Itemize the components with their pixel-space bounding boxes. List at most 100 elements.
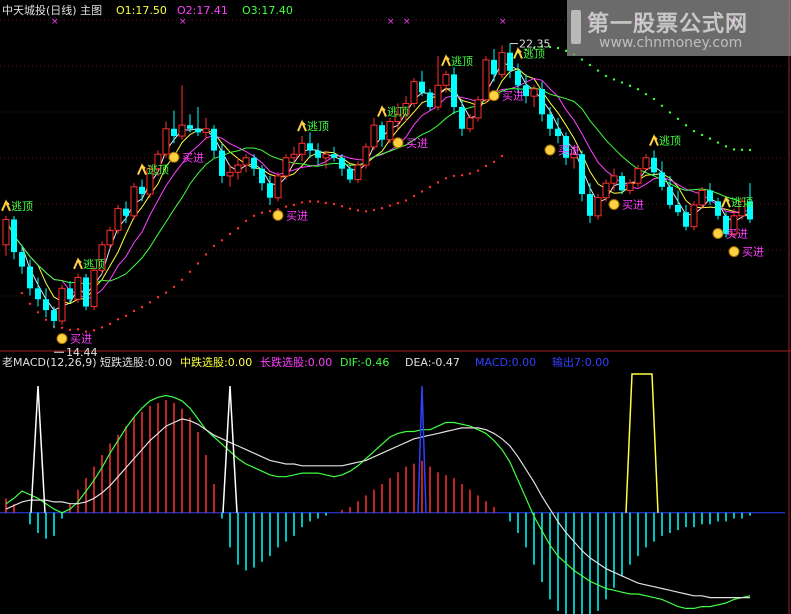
price-grid: [0, 0, 791, 614]
buy-label: 买进: [502, 90, 524, 103]
candle-body-down: [651, 157, 657, 173]
trail-dot: [212, 244, 216, 248]
candle-body-down: [555, 128, 561, 137]
candle-body-down: [587, 194, 593, 216]
candle-body-down: [459, 107, 465, 129]
trail-dot: [284, 205, 288, 208]
trail-dot: [172, 285, 176, 289]
trail-dot: [300, 201, 304, 204]
candle-body-up: [74, 276, 82, 300]
trail-dot: [268, 209, 272, 213]
trail-dot: [612, 78, 616, 81]
sell-label: 逃顶: [659, 135, 681, 148]
trail-dot: [468, 172, 472, 175]
trail-dot: [668, 111, 672, 114]
candle-body-down: [451, 74, 457, 108]
candle-body-down: [259, 168, 265, 184]
candle-body-up: [282, 157, 290, 177]
trail-dot: [332, 202, 336, 206]
buy-label: 买进: [182, 151, 204, 164]
trail-dot: [20, 291, 24, 295]
candle-body-down: [539, 88, 545, 115]
candle-body-down: [379, 125, 385, 140]
macd-name-label: 老MACD(12,26,9): [2, 356, 97, 369]
trail-dot: [364, 210, 368, 213]
candle-body-up: [474, 99, 482, 119]
candle-body-down: [715, 201, 721, 216]
candle-body-down: [707, 190, 713, 202]
candle-body-down: [667, 186, 673, 205]
sell-label: 逃顶: [147, 164, 169, 177]
trail-dot: [292, 203, 296, 207]
trail-dot: [716, 141, 720, 144]
candle-body-down: [219, 150, 225, 176]
candle-body-down: [195, 128, 201, 133]
short-signal-spike: [222, 385, 238, 513]
candle-body-up: [602, 182, 610, 199]
candle-body-down: [67, 288, 73, 300]
trail-dot: [692, 129, 696, 133]
runner-icon: [297, 119, 307, 132]
trail-dot: [356, 209, 360, 212]
watermark-title: 第一股票公式网: [587, 12, 749, 37]
buy-label: 买进: [742, 246, 764, 259]
runner-icon: [73, 257, 83, 270]
trail-dot: [444, 177, 448, 180]
trail-dot: [628, 84, 632, 88]
trail-dot: [420, 190, 424, 193]
trail-dot: [116, 318, 120, 321]
high-price-label: 22.35: [519, 38, 551, 51]
trail-dot: [68, 328, 72, 332]
macd-panel[interactable]: [5, 373, 751, 614]
trail-dot: [604, 74, 608, 78]
candle-body-up: [466, 117, 474, 130]
trail-dot: [188, 270, 192, 274]
short-signal-spike: [30, 385, 46, 513]
trail-dot: [324, 201, 328, 205]
candle-body-down: [83, 277, 89, 307]
candle-body-down: [683, 212, 689, 227]
trail-dot: [724, 145, 728, 148]
trail-dot: [44, 318, 48, 321]
trail-dot: [180, 278, 184, 282]
candle-body-down: [187, 125, 193, 129]
candle-body-up: [594, 197, 602, 217]
candle-body-up: [690, 204, 698, 228]
candle-body-up: [482, 59, 490, 101]
trail-dot: [76, 328, 80, 331]
candle-body-up: [698, 189, 706, 206]
candle-body-down: [35, 288, 41, 300]
price-panel[interactable]: ××××××××买进买进买进买进买进买进买进买进买进逃顶逃顶逃顶逃顶逃顶逃顶逃顶…: [1, 17, 764, 359]
candle-body-down: [491, 59, 497, 75]
candle-body-up: [90, 269, 98, 307]
trail-dot: [620, 81, 624, 84]
mid-select-label: 中跌选股:0.00: [180, 355, 252, 369]
o1-label: O1:17.50: [116, 4, 167, 17]
candle-body-up: [410, 81, 418, 104]
trail-dot: [388, 204, 392, 207]
candle-body-down: [307, 143, 313, 151]
candle-body-up: [130, 186, 138, 217]
sell-label: 逃顶: [731, 196, 753, 209]
watermark-logo-icon: [571, 10, 581, 44]
candle-body-up: [2, 218, 10, 246]
trail-dot: [396, 201, 400, 205]
trail-dot: [252, 214, 256, 218]
candle-body-down: [251, 157, 257, 169]
top-x-marker: ×: [51, 17, 59, 27]
candle-body-up: [610, 175, 618, 184]
candle-body-down: [619, 175, 625, 191]
top-x-marker: ×: [387, 17, 395, 27]
trail-dot: [652, 97, 656, 101]
candle-body-up: [626, 182, 634, 191]
short-select-label: 短跌选股:0.00: [100, 355, 172, 369]
trail-dot: [348, 207, 352, 210]
trail-dot: [316, 200, 320, 203]
trail-dot: [236, 227, 240, 230]
candle-body-down: [11, 219, 17, 253]
candle-body-down: [339, 157, 345, 169]
runner-icon: [513, 47, 523, 59]
trail-dot: [92, 329, 96, 332]
trail-dot: [436, 181, 440, 184]
sell-label: 逃顶: [307, 120, 329, 133]
